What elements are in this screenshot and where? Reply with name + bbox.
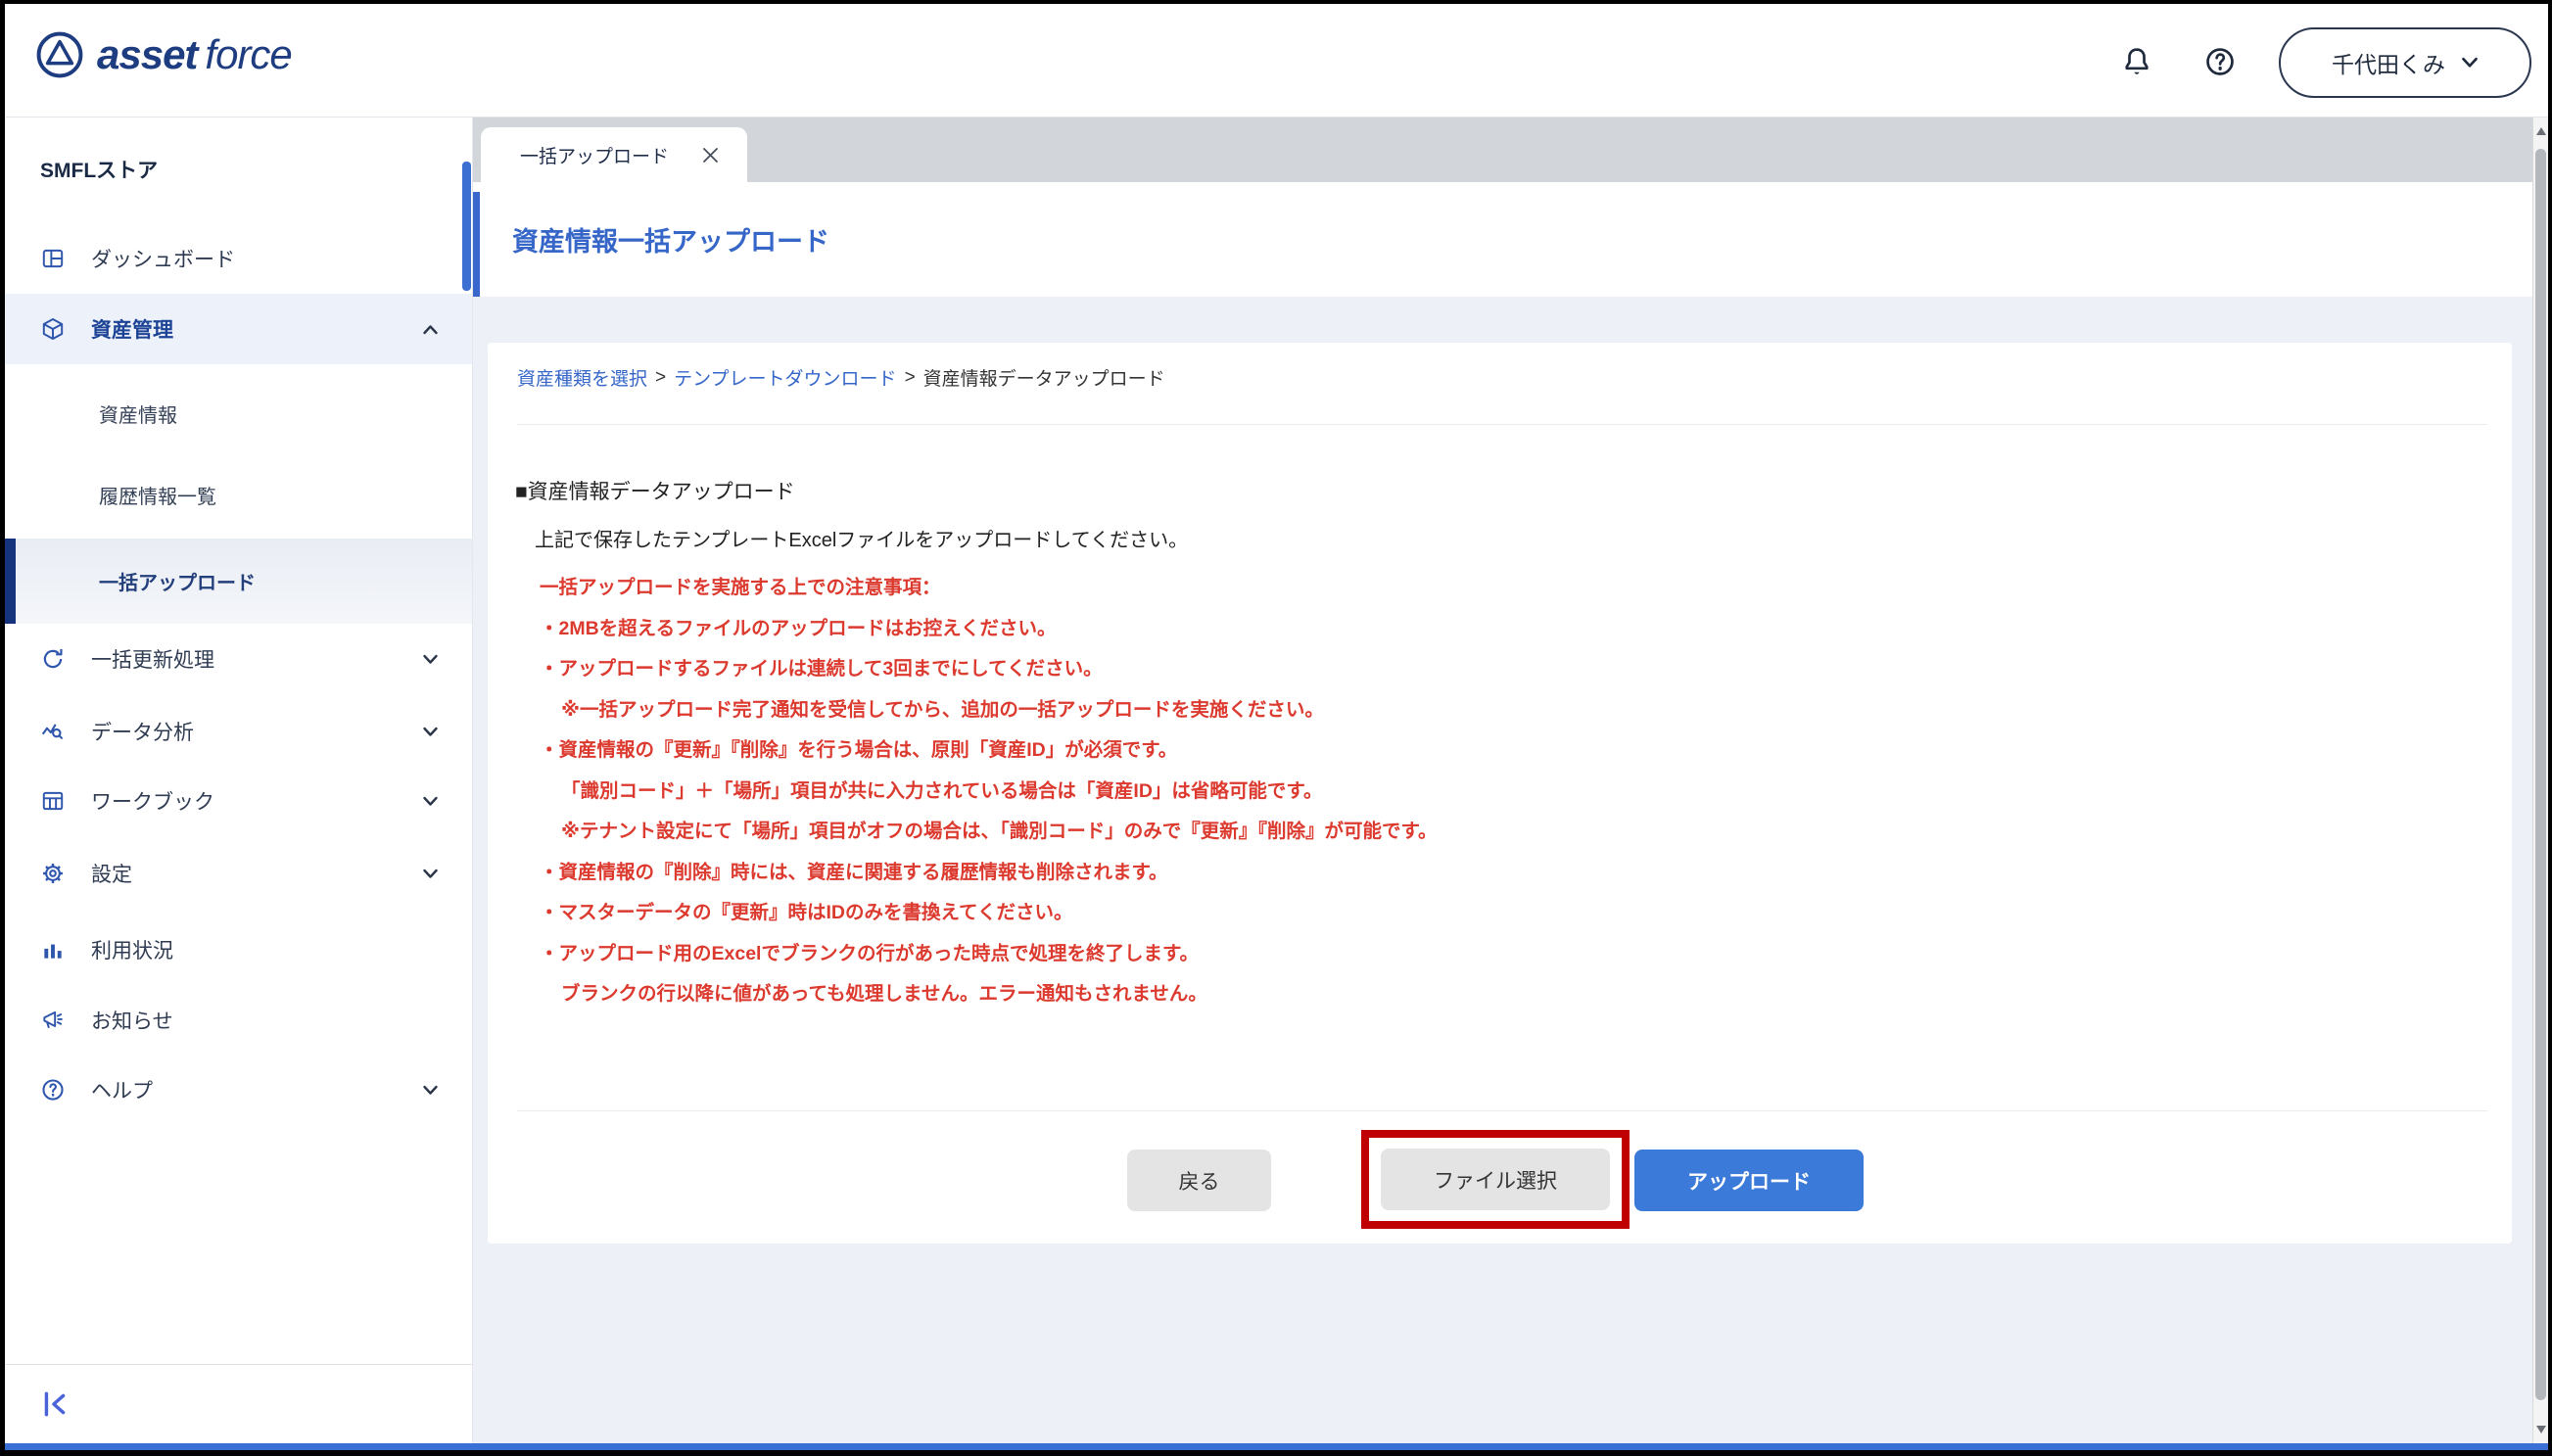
warning-notes: 一括アップロードを実施する上での注意事項： ・2MBを超えるファイルのアップロー… [515, 568, 2473, 1015]
logo-word-asset: asset [97, 31, 197, 77]
scroll-up-arrow-icon[interactable] [2536, 127, 2546, 135]
sidebar-item-announcements[interactable]: お知らせ [5, 989, 472, 1052]
divider [517, 424, 2487, 425]
sidebar-scrollbar-thumb[interactable] [462, 162, 471, 291]
title-accent-bar [473, 192, 480, 297]
sidebar-item-dashboard[interactable]: ダッシュボード [5, 227, 472, 290]
sidebar-footer [5, 1364, 473, 1443]
question-circle-icon [40, 1077, 66, 1103]
tab-bulk-upload[interactable]: 一括アップロード [481, 127, 747, 182]
sidebar-item-label: ダッシュボード [91, 244, 235, 273]
sidebar-item-label: 資産情報 [99, 399, 177, 428]
page-title: 資産情報一括アップロード [512, 182, 829, 297]
breadcrumb-separator: > [655, 367, 666, 389]
dashboard-icon [40, 246, 66, 271]
sidebar-item-bulk-update[interactable]: 一括更新処理 [5, 628, 472, 690]
sidebar-item-label: 一括更新処理 [91, 644, 214, 674]
content-card: 資産種類を選択 > テンプレートダウンロード > 資産情報データアップロード ■… [488, 343, 2512, 1244]
sidebar-item-asset-management[interactable]: 資産管理 [5, 294, 472, 364]
vertical-scrollbar[interactable] [2532, 117, 2548, 1443]
breadcrumb-step-current: 資産情報データアップロード [923, 364, 1165, 391]
sidebar-item-label: 履歴情報一覧 [99, 481, 216, 509]
note-line: ブランクの行以降に値があっても処理しません。エラー通知もされません。 [540, 974, 2473, 1015]
divider [517, 1110, 2487, 1111]
bar-chart-icon [40, 937, 66, 963]
chart-magnifier-icon [40, 719, 66, 744]
scrollbar-thumb[interactable] [2535, 149, 2546, 1400]
sidebar-item-label: データ分析 [91, 717, 194, 746]
sidebar-item-label: 設定 [91, 859, 132, 888]
breadcrumb-step-template-download[interactable]: テンプレートダウンロード [674, 364, 896, 391]
sidebar-item-bulk-upload[interactable]: 一括アップロード [5, 539, 472, 624]
note-line: ・マスターデータの『更新』時はIDのみを書換えてください。 [540, 893, 2473, 934]
tab-label: 一括アップロード [520, 142, 669, 168]
package-box-icon [40, 316, 66, 342]
logo-text: assetforce [97, 31, 292, 78]
upload-button[interactable]: アップロード [1634, 1150, 1864, 1211]
sidebar-item-label: ヘルプ [91, 1075, 153, 1104]
logo-word-force: force [205, 31, 291, 77]
collapse-sidebar-icon[interactable] [40, 1389, 70, 1419]
main-content-area: 一括アップロード 資産情報一括アップロード 資産種類を選択 > テンプレートダウ… [473, 117, 2532, 1443]
chevron-up-icon [422, 324, 439, 335]
note-line: ・アップロードするファイルは連続して3回までにしてください。 [540, 649, 2473, 690]
breadcrumb-separator: > [905, 367, 916, 389]
chevron-down-icon [2461, 57, 2479, 69]
sidebar-item-data-analysis[interactable]: データ分析 [5, 700, 472, 763]
note-line: 一括アップロードを実施する上での注意事項： [540, 568, 2473, 609]
sidebar-item-label: 利用状況 [91, 935, 173, 964]
tab-bar: 一括アップロード [473, 117, 2532, 182]
sidebar-nav: SMFLストア ダッシュボード 資産管理 資産情報 履歴情報一覧 一括アップロー… [5, 117, 473, 1364]
note-line: ・2MBを超えるファイルのアップロードはお控えください。 [540, 609, 2473, 650]
close-icon[interactable] [703, 148, 718, 163]
gear-icon [40, 861, 66, 886]
note-line: ・資産情報の『削除』時には、資産に関連する履歴情報も削除されます。 [540, 853, 2473, 894]
refresh-icon [40, 646, 66, 672]
sidebar-item-label: ワークブック [91, 786, 214, 816]
top-header: assetforce 千代田くみ [5, 4, 2548, 117]
bottom-accent-bar [5, 1443, 2548, 1450]
chevron-down-icon [422, 869, 439, 879]
upload-instructions: ■資産情報データアップロード 上記で保存したテンプレートExcelファイルをアッ… [515, 468, 2473, 1015]
brand-logo: assetforce [34, 29, 292, 80]
user-name: 千代田くみ [2332, 46, 2445, 79]
section-heading: ■資産情報データアップロード [515, 468, 2473, 517]
breadcrumb-step-select-type[interactable]: 資産種類を選択 [517, 364, 647, 391]
sidebar-item-usage[interactable]: 利用状況 [5, 918, 472, 981]
note-line: ※テナント設定にて「場所」項目がオフの場合は、「識別コード」のみで『更新』『削除… [540, 812, 2473, 853]
note-line: ※一括アップロード完了通知を受信してから、追加の一括アップロードを実施ください。 [540, 690, 2473, 731]
sidebar-item-label: 資産管理 [91, 314, 173, 344]
chevron-down-icon [422, 796, 439, 807]
note-line: ・資産情報の『更新』『削除』を行う場合は、原則「資産ID」が必須です。 [540, 730, 2473, 772]
sidebar-item-settings[interactable]: 設定 [5, 842, 472, 905]
sidebar-item-history-list[interactable]: 履歴情報一覧 [5, 463, 472, 526]
megaphone-icon [40, 1008, 66, 1033]
file-select-button[interactable]: ファイル選択 [1381, 1149, 1610, 1210]
app-window: assetforce 千代田くみ SMFLストア ダッシュボード 資産管理 資産… [0, 0, 2552, 1456]
red-highlight-annotation: ファイル選択 [1361, 1130, 1630, 1229]
sidebar-item-help[interactable]: ヘルプ [5, 1058, 472, 1121]
note-line: 「識別コード」＋「場所」項目が共に入力されている場合は「資産ID」は省略可能です… [540, 772, 2473, 813]
logo-mark-icon [34, 29, 85, 80]
notification-bell-icon[interactable] [2120, 45, 2153, 78]
sidebar-store-label: SMFLストア [5, 138, 472, 201]
chevron-down-icon [422, 1085, 439, 1096]
table-grid-icon [40, 788, 66, 814]
breadcrumb: 資産種類を選択 > テンプレートダウンロード > 資産情報データアップロード [517, 364, 1165, 391]
sidebar-item-label: お知らせ [91, 1006, 173, 1035]
scroll-down-arrow-icon[interactable] [2536, 1426, 2546, 1433]
sidebar-item-asset-info[interactable]: 資産情報 [5, 382, 472, 445]
back-button[interactable]: 戻る [1127, 1150, 1271, 1211]
intro-text: 上記で保存したテンプレートExcelファイルをアップロードしてください。 [515, 517, 2473, 564]
page-header: 資産情報一括アップロード [473, 182, 2532, 297]
sidebar-item-workbook[interactable]: ワークブック [5, 770, 472, 832]
sidebar-item-label: 一括アップロード [99, 567, 256, 595]
user-menu-button[interactable]: 千代田くみ [2279, 27, 2531, 98]
selected-indicator-bar [5, 539, 16, 624]
chevron-down-icon [422, 654, 439, 665]
help-circle-icon[interactable] [2203, 45, 2237, 78]
chevron-down-icon [422, 727, 439, 737]
note-line: ・アップロード用のExcelでブランクの行があった時点で処理を終了します。 [540, 934, 2473, 975]
